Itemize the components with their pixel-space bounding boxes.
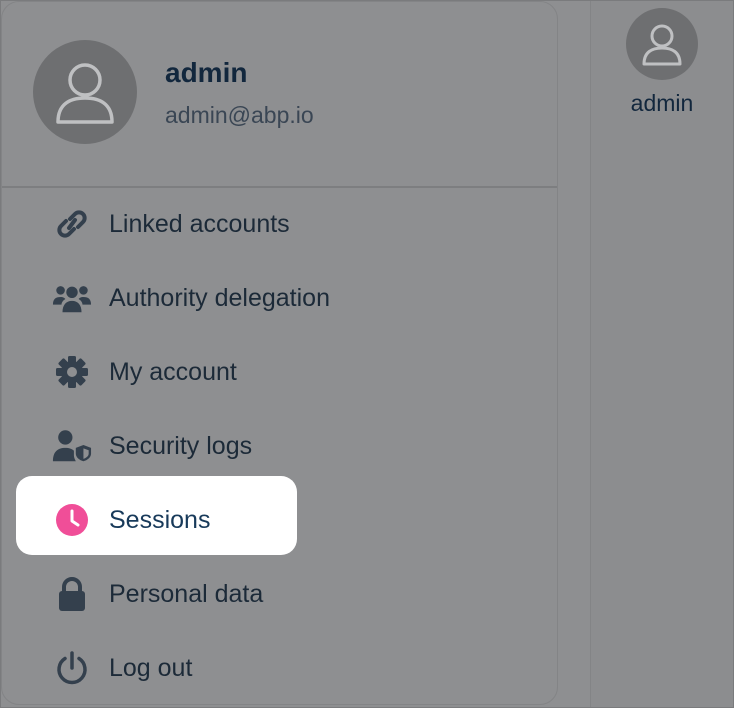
menu-item-label: Authority delegation <box>109 283 330 312</box>
clock-icon <box>52 500 92 540</box>
menu-item-my-account[interactable]: My account <box>0 344 555 400</box>
menu-item-log-out[interactable]: Log out <box>0 640 555 696</box>
menu-item-label: Log out <box>109 653 193 682</box>
menu-item-personal-data[interactable]: Personal data <box>0 566 555 622</box>
menu-item-label: Security logs <box>109 431 253 460</box>
menu-item-sessions[interactable]: Sessions <box>0 492 555 548</box>
menu-item-linked-accounts[interactable]: Linked accounts <box>0 196 555 252</box>
menu-item-label: My account <box>109 357 237 386</box>
menu-item-label: Sessions <box>109 505 211 534</box>
profile-name: admin <box>165 57 248 88</box>
menu-item-label: Linked accounts <box>109 209 290 238</box>
user-icon <box>56 63 114 124</box>
user-icon <box>642 24 682 66</box>
avatar <box>33 40 137 144</box>
profile-section: admin admin@abp.io <box>2 2 557 188</box>
gear-icon <box>52 352 92 392</box>
users-icon <box>52 278 92 318</box>
menu-item-authority-delegation[interactable]: Authority delegation <box>0 270 555 326</box>
profile-email: admin@abp.io <box>165 102 314 128</box>
header-avatar[interactable] <box>626 8 698 80</box>
menu-item-security-logs[interactable]: Security logs <box>0 418 555 474</box>
menu-item-label: Personal data <box>109 579 264 608</box>
lock-icon <box>52 574 92 614</box>
link-icon <box>52 204 92 244</box>
header-user-name[interactable]: admin <box>600 90 724 117</box>
user-shield-icon <box>52 426 92 466</box>
power-icon <box>52 648 92 688</box>
